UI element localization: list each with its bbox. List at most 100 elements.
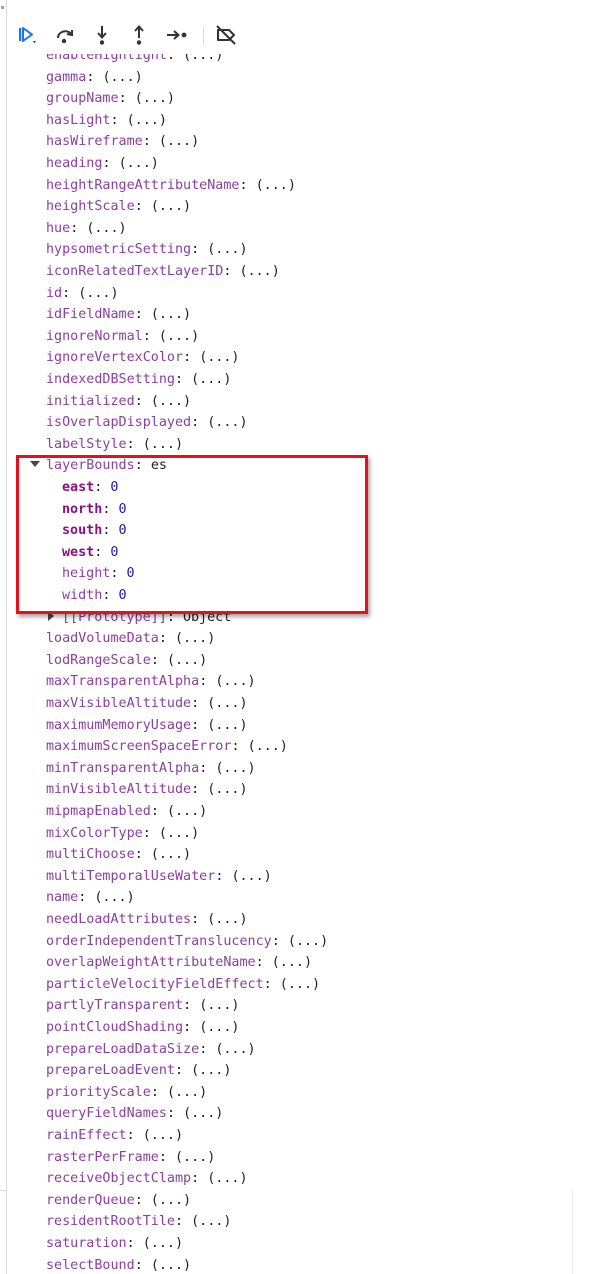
- property-row[interactable]: minTransparentAlpha: (...): [46, 758, 256, 779]
- property-row[interactable]: heading: (...): [46, 153, 159, 174]
- property-row[interactable]: rasterPerFrame: (...): [46, 1147, 215, 1168]
- prototype-row[interactable]: [[Prototype]]: Object: [46, 607, 231, 628]
- property-getter-placeholder[interactable]: (...): [86, 221, 126, 236]
- property-getter-placeholder[interactable]: (...): [207, 1171, 247, 1186]
- nested-property-row[interactable]: south: 0: [62, 520, 127, 541]
- nested-property-row[interactable]: width: 0: [62, 585, 127, 606]
- property-getter-placeholder[interactable]: (...): [207, 782, 247, 797]
- property-getter-placeholder[interactable]: (...): [159, 329, 199, 344]
- property-row[interactable]: multiChoose: (...): [46, 844, 191, 865]
- expanded-property-row[interactable]: layerBounds: es: [29, 455, 167, 476]
- property-row[interactable]: hypsometricSetting: (...): [46, 239, 248, 260]
- property-row[interactable]: hasLight: (...): [46, 110, 167, 131]
- property-row[interactable]: rainEffect: (...): [46, 1125, 183, 1146]
- property-row[interactable]: prepareLoadDataSize: (...): [46, 1039, 256, 1060]
- property-getter-placeholder[interactable]: (...): [191, 1214, 231, 1229]
- nested-property-row[interactable]: north: 0: [62, 499, 127, 520]
- expand-triangle-right-icon[interactable]: [46, 610, 56, 622]
- property-getter-placeholder[interactable]: (...): [94, 890, 134, 905]
- property-row[interactable]: residentRootTile: (...): [46, 1211, 231, 1232]
- expand-triangle-down-icon[interactable]: [29, 458, 41, 470]
- property-getter-placeholder[interactable]: (...): [119, 156, 159, 171]
- property-row[interactable]: partlyTransparent: (...): [46, 995, 240, 1016]
- property-getter-placeholder[interactable]: (...): [199, 1020, 239, 1035]
- nested-property-row[interactable]: west: 0: [62, 542, 118, 563]
- property-getter-placeholder[interactable]: (...): [151, 847, 191, 862]
- property-getter-placeholder[interactable]: (...): [159, 826, 199, 841]
- step-over-button[interactable]: [53, 23, 77, 47]
- property-row[interactable]: heightRangeAttributeName: (...): [46, 175, 296, 196]
- property-row[interactable]: maximumMemoryUsage: (...): [46, 715, 248, 736]
- property-row[interactable]: receiveObjectClamp: (...): [46, 1168, 248, 1189]
- property-row[interactable]: iconRelatedTextLayerID: (...): [46, 261, 280, 282]
- property-row[interactable]: hasWireframe: (...): [46, 131, 199, 152]
- property-row[interactable]: name: (...): [46, 887, 135, 908]
- property-row[interactable]: saturation: (...): [46, 1233, 183, 1254]
- property-getter-placeholder[interactable]: (...): [151, 1193, 191, 1208]
- property-getter-placeholder[interactable]: (...): [215, 1042, 255, 1057]
- property-getter-placeholder[interactable]: (...): [272, 955, 312, 970]
- property-getter-placeholder[interactable]: (...): [135, 91, 175, 106]
- property-row[interactable]: id: (...): [46, 283, 119, 304]
- property-getter-placeholder[interactable]: (...): [231, 869, 271, 884]
- step-button[interactable]: [165, 23, 189, 47]
- property-getter-placeholder[interactable]: (...): [143, 1128, 183, 1143]
- nested-property-row[interactable]: east: 0: [62, 477, 118, 498]
- property-row[interactable]: initialized: (...): [46, 391, 191, 412]
- property-getter-placeholder[interactable]: (...): [127, 113, 167, 128]
- property-getter-placeholder[interactable]: (...): [175, 631, 215, 646]
- property-getter-placeholder[interactable]: (...): [143, 437, 183, 452]
- property-getter-placeholder[interactable]: (...): [256, 178, 296, 193]
- property-getter-placeholder[interactable]: (...): [215, 674, 255, 689]
- property-getter-placeholder[interactable]: (...): [183, 54, 223, 63]
- property-row[interactable]: heightScale: (...): [46, 196, 191, 217]
- property-getter-placeholder[interactable]: (...): [207, 242, 247, 257]
- property-getter-placeholder[interactable]: (...): [191, 372, 231, 387]
- property-row[interactable]: indexedDBSetting: (...): [46, 369, 231, 390]
- property-getter-placeholder[interactable]: (...): [207, 718, 247, 733]
- property-getter-placeholder[interactable]: (...): [175, 1150, 215, 1165]
- property-row[interactable]: selectBound: (...): [46, 1255, 191, 1274]
- property-getter-placeholder[interactable]: (...): [78, 286, 118, 301]
- property-getter-placeholder[interactable]: (...): [167, 804, 207, 819]
- property-getter-placeholder[interactable]: (...): [167, 1085, 207, 1100]
- property-getter-placeholder[interactable]: (...): [151, 199, 191, 214]
- property-getter-placeholder[interactable]: (...): [240, 264, 280, 279]
- property-row[interactable]: labelStyle: (...): [46, 434, 183, 455]
- property-getter-placeholder[interactable]: (...): [151, 307, 191, 322]
- property-getter-placeholder[interactable]: (...): [207, 696, 247, 711]
- property-row[interactable]: lodRangeScale: (...): [46, 650, 207, 671]
- property-row[interactable]: isOverlapDisplayed: (...): [46, 412, 248, 433]
- property-row[interactable]: priorityScale: (...): [46, 1082, 207, 1103]
- property-row[interactable]: hue: (...): [46, 218, 127, 239]
- property-getter-placeholder[interactable]: (...): [288, 934, 328, 949]
- property-getter-placeholder[interactable]: (...): [183, 1106, 223, 1121]
- property-getter-placeholder[interactable]: (...): [151, 394, 191, 409]
- step-out-button[interactable]: [127, 23, 151, 47]
- property-row[interactable]: prepareLoadEvent: (...): [46, 1060, 231, 1081]
- property-row[interactable]: mixColorType: (...): [46, 823, 199, 844]
- property-getter-placeholder[interactable]: (...): [151, 1258, 191, 1273]
- property-row[interactable]: idFieldName: (...): [46, 304, 191, 325]
- deactivate-breakpoints-button[interactable]: [214, 23, 238, 47]
- property-getter-placeholder[interactable]: (...): [167, 653, 207, 668]
- property-row[interactable]: overlapWeightAttributeName: (...): [46, 952, 312, 973]
- property-row[interactable]: gamma: (...): [46, 67, 143, 88]
- property-getter-placeholder[interactable]: (...): [159, 134, 199, 149]
- property-getter-placeholder[interactable]: (...): [248, 739, 288, 754]
- property-getter-placeholder[interactable]: (...): [207, 912, 247, 927]
- property-row[interactable]: pointCloudShading: (...): [46, 1017, 240, 1038]
- property-getter-placeholder[interactable]: (...): [191, 1063, 231, 1078]
- property-row[interactable]: ignoreNormal: (...): [46, 326, 199, 347]
- property-row[interactable]: loadVolumeData: (...): [46, 628, 215, 649]
- resume-button[interactable]: [13, 23, 37, 47]
- property-getter-placeholder[interactable]: (...): [143, 1236, 183, 1251]
- property-row[interactable]: needLoadAttributes: (...): [46, 909, 248, 930]
- property-row[interactable]: queryFieldNames: (...): [46, 1103, 223, 1124]
- property-row[interactable]: multiTemporalUseWater: (...): [46, 866, 272, 887]
- property-getter-placeholder[interactable]: (...): [199, 350, 239, 365]
- property-row[interactable]: maxTransparentAlpha: (...): [46, 671, 256, 692]
- property-getter-placeholder[interactable]: (...): [215, 761, 255, 776]
- property-getter-placeholder[interactable]: (...): [199, 998, 239, 1013]
- property-row[interactable]: orderIndependentTranslucency: (...): [46, 931, 328, 952]
